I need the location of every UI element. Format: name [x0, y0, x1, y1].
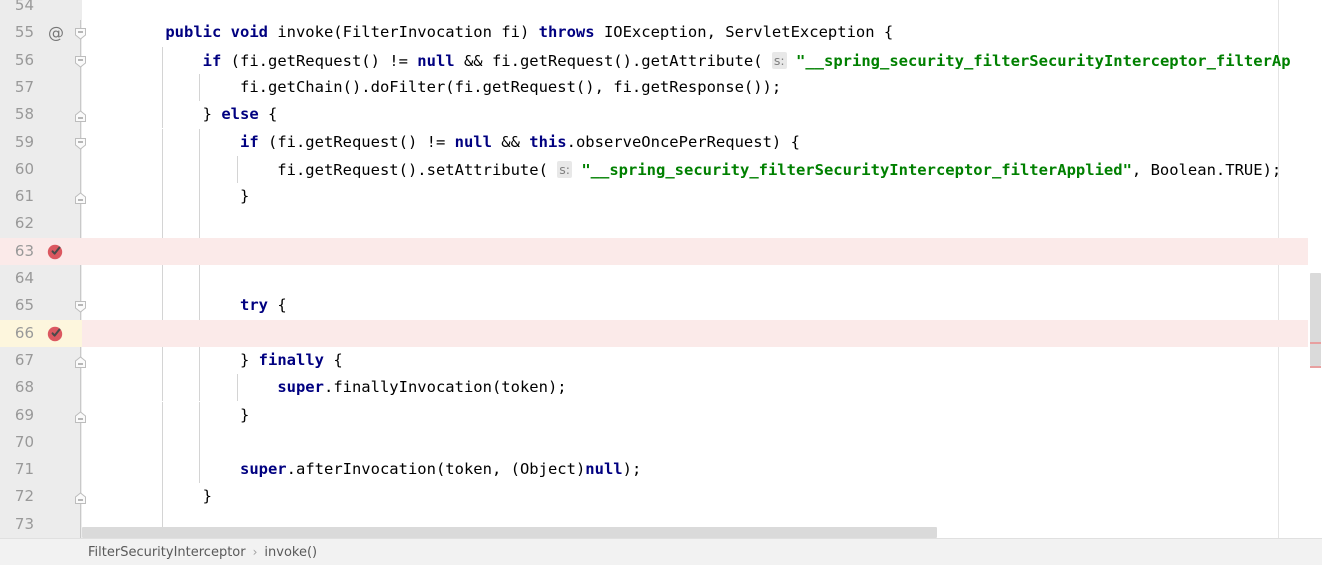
vertical-scrollbar-thumb[interactable]: [1310, 273, 1321, 366]
editor-row: [0, 74, 1322, 101]
line-number: 71: [0, 456, 34, 483]
gutter-row-62[interactable]: 62: [0, 210, 82, 237]
editor-row: [0, 402, 1322, 429]
line-number: 66: [0, 320, 34, 347]
fold-collapse-icon[interactable]: [74, 298, 87, 311]
line-number: 67: [0, 347, 34, 374]
fold-region-end-icon[interactable]: [74, 490, 87, 503]
line-number: 73: [0, 511, 34, 538]
breadcrumb: FilterSecurityInterceptor › invoke(): [0, 538, 1322, 565]
fold-collapse-icon[interactable]: [74, 135, 87, 148]
breadcrumb-item-class[interactable]: FilterSecurityInterceptor: [88, 545, 246, 560]
gutter-row-61[interactable]: 61: [0, 183, 82, 210]
gutter-row-70[interactable]: 70: [0, 429, 82, 456]
fold-region-end-icon[interactable]: [74, 190, 87, 203]
gutter-row-54[interactable]: 54: [0, 0, 82, 19]
gutter-row-73[interactable]: 73: [0, 511, 82, 538]
line-number: 57: [0, 74, 34, 101]
editor-row: [0, 238, 1322, 265]
line-number: 56: [0, 47, 34, 74]
line-number: 68: [0, 374, 34, 401]
line-number: 61: [0, 183, 34, 210]
editor-row: [0, 456, 1322, 483]
editor-row: [0, 101, 1322, 128]
editor-row: [0, 129, 1322, 156]
editor-row: [0, 0, 1322, 19]
gutter-row-64[interactable]: 64: [0, 265, 82, 292]
line-number: 63: [0, 238, 34, 265]
fold-collapse-icon[interactable]: [74, 25, 87, 38]
line-number: 54: [0, 0, 34, 19]
fold-region-end-icon[interactable]: [74, 108, 87, 121]
gutter-row-72[interactable]: 72: [0, 483, 82, 510]
editor-row: [0, 265, 1322, 292]
fold-collapse-icon[interactable]: [74, 53, 87, 66]
line-number: 72: [0, 483, 34, 510]
editor-row: [0, 374, 1322, 401]
override-annotation-icon[interactable]: @: [48, 19, 64, 46]
line-number: 59: [0, 129, 34, 156]
line-number: 60: [0, 156, 34, 183]
line-number: 65: [0, 292, 34, 319]
editor-row: [0, 156, 1322, 183]
line-number: 69: [0, 402, 34, 429]
editor-row: [0, 483, 1322, 510]
editor-row: [0, 210, 1322, 237]
gutter-row-71[interactable]: 71: [0, 456, 82, 483]
vertical-scrollbar[interactable]: [1308, 0, 1322, 538]
editor-row: [0, 320, 1322, 347]
horizontal-scrollbar[interactable]: [82, 527, 1307, 538]
code-editor[interactable]: public void invoke(FilterInvocation fi) …: [0, 0, 1322, 565]
gutter-row-67[interactable]: 67: [0, 347, 82, 374]
gutter-row-55[interactable]: 55 @: [0, 19, 82, 46]
breakpoint-icon[interactable]: [47, 325, 64, 342]
editor-row: [0, 183, 1322, 210]
line-number: 58: [0, 101, 34, 128]
editor-row: [0, 19, 1322, 46]
chevron-right-icon: ›: [253, 545, 258, 559]
error-stripe-marker[interactable]: [1310, 342, 1321, 344]
gutter-row-65[interactable]: 65: [0, 292, 82, 319]
gutter-row-59[interactable]: 59: [0, 129, 82, 156]
gutter-row-56[interactable]: 56: [0, 47, 82, 74]
gutter-row-57[interactable]: 57: [0, 74, 82, 101]
gutter-row-58[interactable]: 58: [0, 101, 82, 128]
gutter-row-66[interactable]: 66: [0, 320, 82, 347]
error-stripe-marker[interactable]: [1310, 366, 1321, 368]
line-number: 70: [0, 429, 34, 456]
horizontal-scrollbar-thumb[interactable]: [82, 527, 937, 538]
gutter-row-68[interactable]: 68: [0, 374, 82, 401]
gutter-row-60[interactable]: 60: [0, 156, 82, 183]
fold-region-end-icon[interactable]: [74, 354, 87, 367]
editor-row: [0, 429, 1322, 456]
gutter-row-63[interactable]: 63: [0, 238, 82, 265]
line-number: 64: [0, 265, 34, 292]
editor-row: [0, 292, 1322, 319]
editor-row: [0, 347, 1322, 374]
breakpoint-icon[interactable]: [47, 243, 64, 260]
breadcrumb-item-method[interactable]: invoke(): [264, 545, 317, 560]
gutter-row-69[interactable]: 69: [0, 402, 82, 429]
fold-region-end-icon[interactable]: [74, 409, 87, 422]
line-number: 62: [0, 210, 34, 237]
line-number: 55: [0, 19, 34, 46]
editor-row: [0, 47, 1322, 74]
